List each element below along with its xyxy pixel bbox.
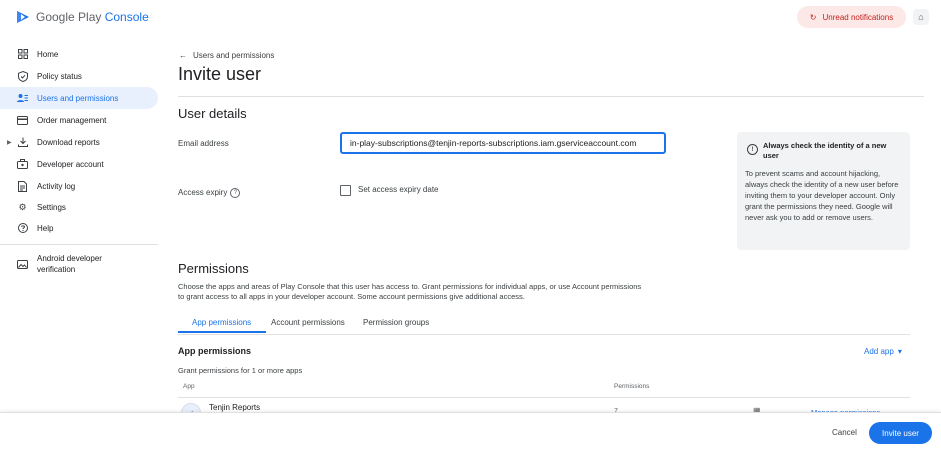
add-app-button[interactable]: Add app ▾	[864, 347, 902, 356]
user-details-heading: User details	[178, 106, 247, 121]
logo-text: Google Play Console	[36, 10, 149, 24]
app-permissions-title: App permissions	[178, 346, 252, 356]
sidebar-item-order-management[interactable]: Order management	[0, 109, 158, 131]
sidebar-item-android-developer-verification[interactable]: Android developer verification	[0, 249, 158, 279]
info-card-title: Always check the identity of a new user	[763, 141, 887, 160]
sidebar-item-label: Policy status	[37, 71, 82, 81]
permission-tabs: App permissions Account permissions Perm…	[178, 314, 910, 335]
sidebar-item-label: Settings	[37, 202, 66, 212]
sidebar-item-policy-status[interactable]: Policy status	[0, 65, 158, 87]
tab-account-permissions[interactable]: Account permissions	[271, 318, 345, 327]
sidebar-item-settings[interactable]: ⚙ Settings	[0, 196, 158, 218]
gear-icon: ⚙	[18, 201, 27, 212]
unread-notifications-button[interactable]: ↻ Unread notifications	[797, 6, 906, 28]
cancel-button[interactable]: Cancel	[826, 426, 863, 439]
add-app-label: Add app	[864, 347, 894, 356]
permissions-heading: Permissions	[178, 261, 249, 276]
top-bar: Google Play Console ↻ Unread notificatio…	[0, 0, 941, 34]
access-expiry-checkbox[interactable]	[340, 185, 351, 196]
permissions-description: Choose the apps and areas of Play Consol…	[178, 282, 642, 301]
sidebar-item-help[interactable]: Help	[0, 217, 158, 239]
image-icon	[17, 259, 28, 270]
page-title: Invite user	[178, 64, 262, 84]
sidebar-item-activity-log[interactable]: Activity log	[0, 175, 158, 197]
dropdown-arrow-icon: ▾	[897, 347, 902, 356]
tab-permission-groups[interactable]: Permission groups	[363, 318, 429, 327]
info-card-body: To prevent scams and account hijacking, …	[745, 169, 899, 222]
sidebar-item-label: Download reports	[37, 137, 100, 147]
breadcrumb-label[interactable]: Users and permissions	[193, 51, 274, 60]
divider	[178, 96, 924, 97]
sidebar: Home Policy status Users and permissions…	[0, 34, 161, 453]
table-divider	[178, 397, 910, 398]
unread-notifications-label: Unread notifications	[822, 12, 894, 22]
sidebar-item-label: Activity log	[37, 181, 76, 191]
access-expiry-checkbox-label[interactable]: Set access expiry date	[358, 185, 438, 194]
sidebar-item-users-and-permissions[interactable]: Users and permissions	[0, 87, 158, 109]
notification-icon: ↻	[809, 12, 817, 22]
identity-info-card: ! Always check the identity of a new use…	[737, 132, 910, 250]
people-icon	[17, 93, 28, 104]
sidebar-divider	[0, 244, 158, 245]
email-field[interactable]: in-play-subscriptions@tenjin-reports-sub…	[340, 132, 666, 154]
help-circle-icon	[17, 223, 28, 234]
briefcase-icon	[17, 159, 28, 170]
sidebar-item-download-reports[interactable]: ▶ Download reports	[0, 131, 158, 153]
active-tab-indicator	[178, 331, 266, 333]
sidebar-item-label: Help	[37, 223, 54, 233]
account-icon[interactable]: ⌂	[913, 9, 929, 25]
sidebar-item-label: Android developer verification	[37, 254, 102, 274]
help-icon[interactable]: ?	[230, 188, 241, 198]
main-content: ← Users and permissions Invite user User…	[161, 34, 941, 423]
email-label: Email address	[178, 139, 229, 148]
grant-permissions-text: Grant permissions for 1 or more apps	[178, 366, 303, 375]
sidebar-item-home[interactable]: Home	[0, 43, 158, 65]
sidebar-item-label: Developer account	[37, 159, 104, 169]
breadcrumb[interactable]: ← Users and permissions	[179, 51, 274, 60]
invite-user-panel: ← Users and permissions Invite user User…	[161, 34, 941, 423]
tab-app-permissions[interactable]: App permissions	[192, 318, 251, 327]
info-icon: !	[747, 144, 758, 155]
sidebar-item-developer-account[interactable]: Developer account	[0, 153, 158, 175]
sidebar-item-label: Order management	[37, 115, 107, 125]
play-logo-icon	[17, 11, 29, 23]
sidebar-item-label: Users and permissions	[37, 93, 119, 103]
footer-action-bar: Cancel Invite user	[0, 412, 941, 454]
document-icon	[17, 180, 28, 192]
download-icon	[17, 137, 28, 148]
column-header-app: App	[183, 383, 195, 390]
invite-user-button[interactable]: Invite user	[869, 422, 932, 444]
access-expiry-label: Access expiry?	[178, 188, 241, 198]
expand-caret-icon[interactable]: ▶	[7, 139, 12, 146]
back-arrow-icon[interactable]: ←	[179, 51, 187, 60]
app-name: Tenjin Reports	[209, 403, 261, 412]
column-header-permissions: Permissions	[614, 383, 650, 390]
card-icon	[17, 115, 28, 126]
sidebar-item-label: Home	[37, 49, 59, 59]
play-console-logo[interactable]: Google Play Console	[16, 10, 149, 24]
shield-icon	[17, 70, 28, 82]
grid-icon	[17, 49, 28, 60]
